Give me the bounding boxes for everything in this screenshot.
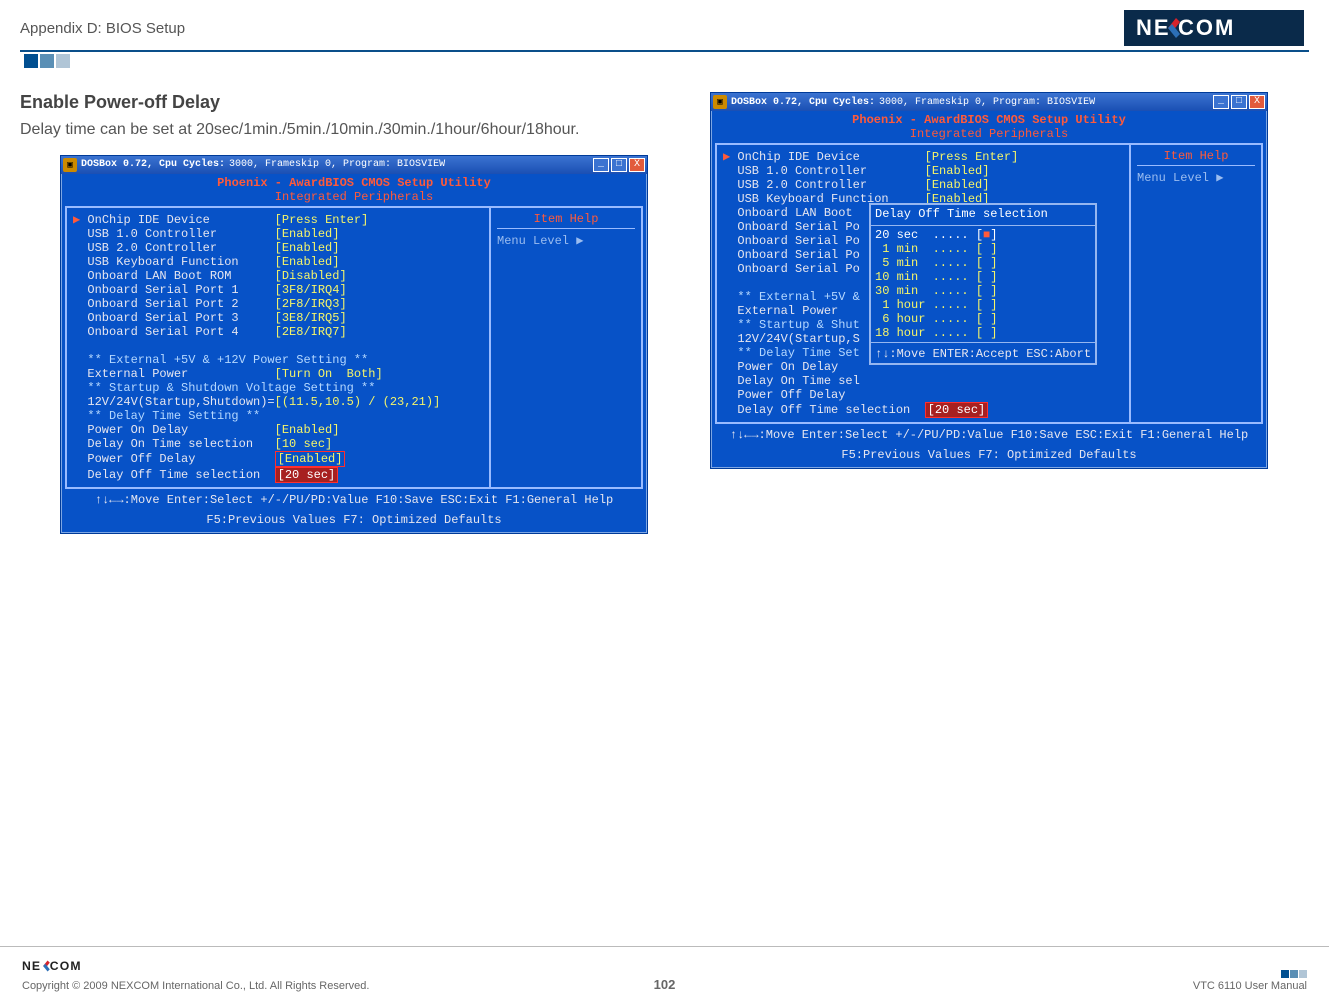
maximize-button[interactable]: □ — [1231, 95, 1247, 109]
svg-text:COM: COM — [50, 959, 82, 973]
minimize-button[interactable]: _ — [1213, 95, 1229, 109]
bios-footer-keys-2: F5:Previous Values F7: Optimized Default… — [715, 446, 1263, 466]
help-header: Item Help — [497, 212, 635, 229]
bios-subtitle: Integrated Peripherals — [65, 190, 643, 204]
maximize-button[interactable]: □ — [611, 158, 627, 172]
help-menu-level: Menu Level ▶ — [497, 233, 635, 248]
minimize-button[interactable]: _ — [593, 158, 609, 172]
bios-setting-row[interactable]: Onboard Serial Port 4 [2E8/IRQ7] — [73, 325, 483, 339]
bios-setting-row[interactable]: Onboard Serial Port 1 [3F8/IRQ4] — [73, 283, 483, 297]
nexcom-logo-small: NE COM — [22, 955, 122, 977]
popup-option[interactable]: 10 min ..... [ ] — [875, 270, 1091, 284]
bios-setting-row[interactable]: USB 2.0 Controller [Enabled] — [723, 178, 1129, 192]
bios-setting-row[interactable]: Power Off Delay [Enabled] — [73, 451, 483, 467]
bios-setting-row[interactable]: Onboard Serial Port 3 [3E8/IRQ5] — [73, 311, 483, 325]
decorative-squares — [20, 54, 1309, 68]
bios-setting-row[interactable]: ▶ OnChip IDE Device [Press Enter] — [723, 149, 1129, 164]
titlebar-label: DOSBox 0.72, Cpu Cycles: — [81, 159, 225, 170]
bios-footer-keys-1: ↑↓←→:Move Enter:Select +/-/PU/PD:Value F… — [65, 491, 643, 511]
popup-option[interactable]: 30 min ..... [ ] — [875, 284, 1091, 298]
bios-setting-row[interactable]: ** Startup & Shutdown Voltage Setting ** — [73, 381, 483, 395]
popup-option[interactable]: 20 sec ..... [■] — [875, 228, 1091, 242]
bios-footer-keys-1: ↑↓←→:Move Enter:Select +/-/PU/PD:Value F… — [715, 426, 1263, 446]
bios-settings-list[interactable]: ▶ OnChip IDE Device [Press Enter] USB 1.… — [67, 208, 491, 487]
page-number: 102 — [654, 977, 676, 992]
close-button[interactable]: X — [629, 158, 645, 172]
titlebar-value: 3000, Frameskip 0, Program: BIOSVIEW — [229, 159, 589, 170]
titlebar-value: 3000, Frameskip 0, Program: BIOSVIEW — [879, 97, 1209, 108]
dosbox-icon: ▣ — [63, 158, 77, 172]
bios-setting-row[interactable]: ** External +5V & +12V Power Setting ** — [73, 353, 483, 367]
section-body: Delay time can be set at 20sec/1min./5mi… — [20, 119, 660, 141]
bios-subtitle: Integrated Peripherals — [715, 127, 1263, 141]
copyright-text: Copyright © 2009 NEXCOM International Co… — [22, 980, 369, 992]
svg-text:COM: COM — [1178, 15, 1235, 40]
bios-title: Phoenix - AwardBIOS CMOS Setup Utility — [65, 176, 643, 190]
manual-name: VTC 6110 User Manual — [1193, 980, 1307, 992]
help-header: Item Help — [1137, 149, 1255, 166]
dosbox-icon: ▣ — [713, 95, 727, 109]
nexcom-logo: NE COM — [1124, 10, 1304, 46]
bios-footer-keys-2: F5:Previous Values F7: Optimized Default… — [65, 511, 643, 531]
bios-setting-row[interactable]: USB Keyboard Function [Enabled] — [73, 255, 483, 269]
svg-text:NE: NE — [1136, 15, 1171, 40]
bios-setting-row[interactable]: USB 1.0 Controller [Enabled] — [73, 227, 483, 241]
delay-off-popup[interactable]: Delay Off Time selection 20 sec ..... [■… — [869, 203, 1097, 365]
svg-text:NE: NE — [22, 959, 41, 973]
bios-setting-row[interactable] — [73, 339, 483, 353]
popup-footer: ↑↓:Move ENTER:Accept ESC:Abort — [875, 345, 1091, 361]
bios-setting-row[interactable]: Power On Delay [Enabled] — [73, 423, 483, 437]
close-button[interactable]: X — [1249, 95, 1265, 109]
bios-setting-row[interactable]: USB 1.0 Controller [Enabled] — [723, 164, 1129, 178]
popup-option[interactable]: 18 hour ..... [ ] — [875, 326, 1091, 340]
bios-setting-row[interactable]: Power Off Delay — [723, 388, 1129, 402]
bios-setting-row[interactable]: USB 2.0 Controller [Enabled] — [73, 241, 483, 255]
bios-setting-row[interactable]: External Power [Turn On Both] — [73, 367, 483, 381]
popup-option[interactable]: 1 hour ..... [ ] — [875, 298, 1091, 312]
bios-window-right: ▣ DOSBox 0.72, Cpu Cycles: 3000, Framesk… — [710, 92, 1268, 469]
help-menu-level: Menu Level ▶ — [1137, 170, 1255, 185]
bios-setting-row[interactable]: ▶ OnChip IDE Device [Press Enter] — [73, 212, 483, 227]
decorative-squares-mini — [1193, 970, 1307, 978]
section-heading: Enable Power-off Delay — [20, 92, 660, 113]
bios-setting-row[interactable]: Delay On Time sel — [723, 374, 1129, 388]
bios-setting-row[interactable]: ** Delay Time Setting ** — [73, 409, 483, 423]
header-divider — [20, 50, 1309, 52]
bios-setting-row[interactable]: Delay Off Time selection [20 sec] — [73, 467, 483, 483]
bios-setting-row[interactable]: 12V/24V(Startup,Shutdown)=[(11.5,10.5) /… — [73, 395, 483, 409]
bios-setting-row[interactable]: Delay On Time selection [10 sec] — [73, 437, 483, 451]
popup-option[interactable]: 5 min ..... [ ] — [875, 256, 1091, 270]
popup-option[interactable]: 1 min ..... [ ] — [875, 242, 1091, 256]
popup-title: Delay Off Time selection — [875, 207, 1091, 223]
bios-setting-row[interactable]: Onboard Serial Port 2 [2F8/IRQ3] — [73, 297, 483, 311]
appendix-title: Appendix D: BIOS Setup — [20, 20, 185, 37]
bios-window-left: ▣ DOSBox 0.72, Cpu Cycles: 3000, Framesk… — [60, 155, 648, 534]
popup-option[interactable]: 6 hour ..... [ ] — [875, 312, 1091, 326]
bios-setting-row[interactable]: Delay Off Time selection [20 sec] — [723, 402, 1129, 418]
bios-setting-row[interactable]: Onboard LAN Boot ROM [Disabled] — [73, 269, 483, 283]
titlebar-label: DOSBox 0.72, Cpu Cycles: — [731, 97, 875, 108]
bios-title: Phoenix - AwardBIOS CMOS Setup Utility — [715, 113, 1263, 127]
